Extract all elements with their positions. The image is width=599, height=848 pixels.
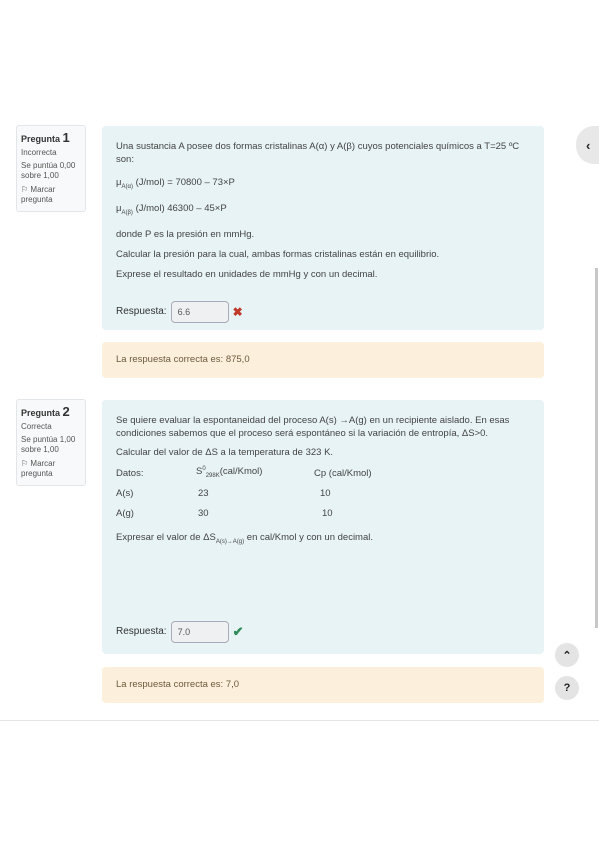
table-header-cp: Cp (cal/Kmol) (314, 467, 372, 479)
question-1-info: Pregunta 1 Incorrecta Se puntúa 0,00 sob… (16, 125, 86, 212)
chevron-left-icon: ‹ (586, 137, 591, 153)
table-cell-species: A(g) (116, 507, 134, 519)
question-1-where: donde P es la presión en mmHg. (116, 228, 255, 240)
table-header-row: Datos: S0298K(cal/Kmol) Cp (cal/Kmol) (116, 463, 372, 483)
flag-icon: ⚐ (21, 459, 29, 468)
question-2-intro: Se quiere evaluar la espontaneidad del p… (116, 415, 510, 439)
question-number: 2 (62, 404, 70, 419)
table-cell-species: A(s) (116, 487, 134, 499)
table-cell-entropy: 30 (198, 507, 209, 519)
flag-icon: ⚐ (21, 185, 29, 194)
correct-answer-text: La respuesta correcta es: 7,0 (116, 679, 240, 690)
question-2-feedback: La respuesta correcta es: 7,0 (102, 667, 544, 703)
question-1-content: Una sustancia A posee dos formas cristal… (102, 126, 544, 330)
footer-divider (0, 720, 599, 721)
answer-label: Respuesta: (116, 306, 167, 318)
question-2-answer-input[interactable] (170, 620, 229, 643)
chevron-up-icon: ⌃ (562, 649, 572, 662)
question-1-grade: Se puntúa 0,00 sobre 1,00 (21, 161, 76, 180)
open-drawer-button[interactable]: ‹ (576, 126, 599, 164)
question-2-data-table: Datos: S0298K(cal/Kmol) Cp (cal/Kmol) A(… (116, 463, 372, 523)
question-1-answer-row: Respuesta: ✖ (116, 300, 530, 323)
answer-label: Respuesta: (116, 626, 167, 638)
question-2-info: Pregunta 2 Correcta Se puntúa 1,00 sobre… (16, 399, 86, 486)
question-2-state: Correcta (21, 422, 52, 431)
mu-alpha-subscript: A(α) (121, 183, 133, 190)
question-icon: ? (563, 682, 571, 694)
flag-question-2-button[interactable]: ⚐ Marcar pregunta (21, 459, 81, 479)
table-header-datos: Datos: (116, 467, 144, 479)
table-header-entropy: S0298K(cal/Kmol) (196, 466, 263, 480)
question-2-content: Se quiere evaluar la espontaneidad del p… (102, 400, 544, 654)
mu-beta-subscript: A(β) (121, 209, 133, 216)
table-row: A(s) 23 10 (116, 483, 372, 503)
question-2-calc: Calcular del valor de ΔS a la temperatur… (116, 447, 334, 458)
correct-check-icon: ✔ (232, 623, 244, 639)
help-button[interactable]: ? (555, 676, 579, 700)
question-label: Pregunta (21, 408, 61, 418)
page-scrollbar[interactable] (595, 268, 598, 628)
table-cell-cp: 10 (320, 487, 331, 499)
incorrect-icon: ✖ (232, 304, 243, 319)
correct-answer-text: La respuesta correcta es: 875,0 (116, 354, 250, 365)
question-label: Pregunta (21, 134, 61, 144)
table-cell-cp: 10 (322, 507, 333, 519)
question-number: 1 (62, 130, 70, 145)
question-1-answer-input[interactable] (170, 300, 229, 323)
question-1-equation-beta: μA(β) (J/mol) 46300 – 45×P (116, 202, 530, 220)
question-2-number: Pregunta 2 (21, 404, 81, 419)
question-1-number: Pregunta 1 (21, 130, 81, 145)
back-to-top-button[interactable]: ⌃ (555, 643, 579, 667)
equation-alpha-expression: (J/mol) = 70800 – 73×P (135, 177, 235, 188)
question-1-state: Incorrecta (21, 148, 57, 157)
question-1-equation-alpha: μA(α) (J/mol) = 70800 – 73×P (116, 176, 530, 194)
table-row: A(g) 30 10 (116, 503, 372, 523)
question-2-answer-row: Respuesta: ✔ (116, 620, 530, 643)
question-2-grade: Se puntúa 1,00 sobre 1,00 (21, 435, 76, 454)
flag-question-1-button[interactable]: ⚐ Marcar pregunta (21, 185, 81, 205)
question-1-feedback: La respuesta correcta es: 875,0 (102, 342, 544, 378)
question-2-express: Expresar el valor de ΔSA(s)→A(g) en cal/… (116, 532, 373, 545)
table-cell-entropy: 23 (198, 487, 209, 499)
question-1-task: Calcular la presión para la cual, ambas … (116, 248, 440, 260)
equation-beta-expression: (J/mol) 46300 – 45×P (135, 202, 227, 214)
question-1-intro: Una sustancia A posee dos formas cristal… (116, 141, 520, 165)
question-1-express: Exprese el resultado en unidades de mmHg… (116, 268, 378, 280)
